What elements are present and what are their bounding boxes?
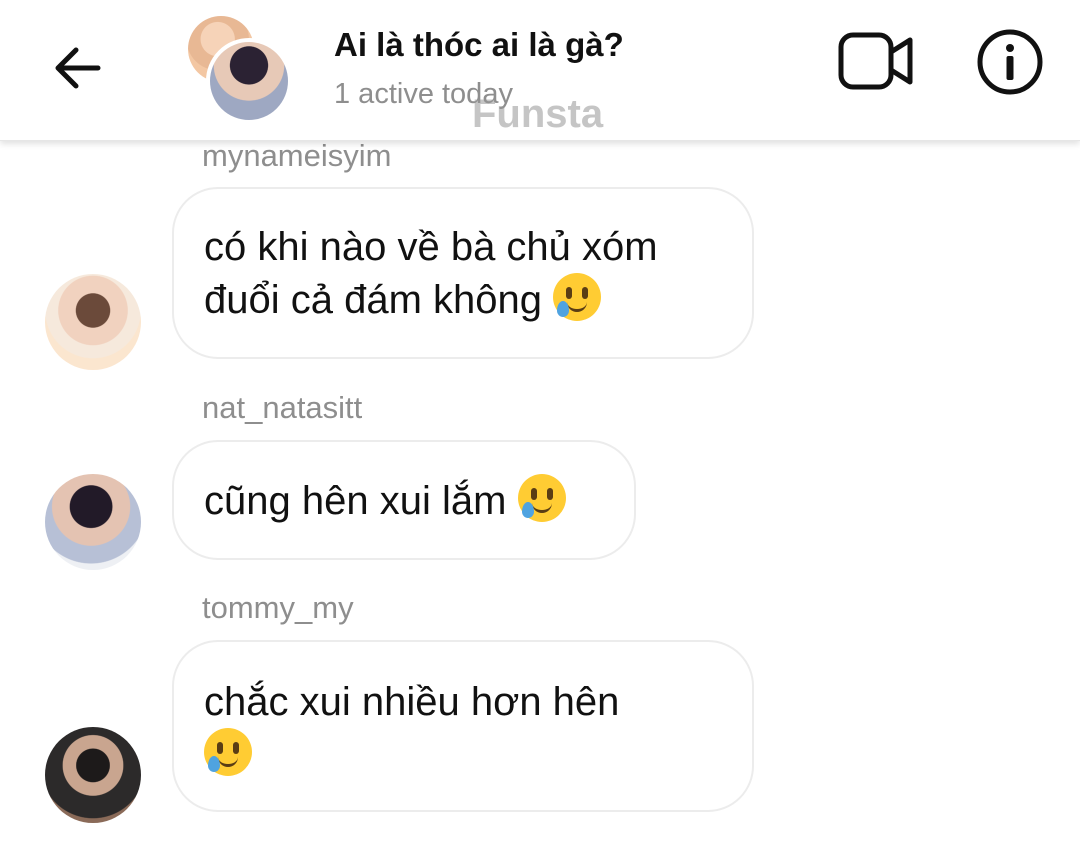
video-call-button[interactable] [836,30,916,94]
avatar[interactable] [45,727,141,823]
smiling-face-with-tear-emoji [204,728,252,776]
avatar[interactable] [45,474,141,570]
message-sender: mynameisyim [202,138,392,173]
message-bubble[interactable]: cũng hên xui lắm [172,440,636,560]
group-avatar-front [206,38,292,124]
smiling-face-with-tear-emoji [553,273,602,321]
avatar[interactable] [45,274,141,370]
back-arrow-icon [55,47,101,89]
message-line-with-emoji: đuổi cả đám không [204,273,722,326]
info-icon [977,29,1043,95]
message-line: chắc xui nhiều hơn hên [204,680,620,724]
chat-title[interactable]: Ai là thóc ai là gà? [334,26,624,64]
message-sender: nat_natasitt [202,390,363,425]
group-avatar[interactable] [188,16,292,124]
video-camera-icon [838,32,913,90]
message-line: có khi nào về bà chủ xóm [204,225,658,269]
smiling-face-with-tear-emoji [517,474,566,522]
message-sender: tommy_my [202,590,354,625]
info-button[interactable] [976,28,1044,96]
watermark: Funsta [472,92,604,136]
message-bubble[interactable]: chắc xui nhiều hơn hên [172,640,754,812]
message-line: đuổi cả đám không [204,278,543,322]
message-line: cũng hên xui lắm [204,479,507,523]
message-line-with-emoji [204,728,722,781]
back-button[interactable] [46,38,106,98]
message-line-with-emoji: cũng hên xui lắm [204,474,604,527]
message-bubble[interactable]: có khi nào về bà chủ xóm đuổi cả đám khô… [172,187,754,359]
